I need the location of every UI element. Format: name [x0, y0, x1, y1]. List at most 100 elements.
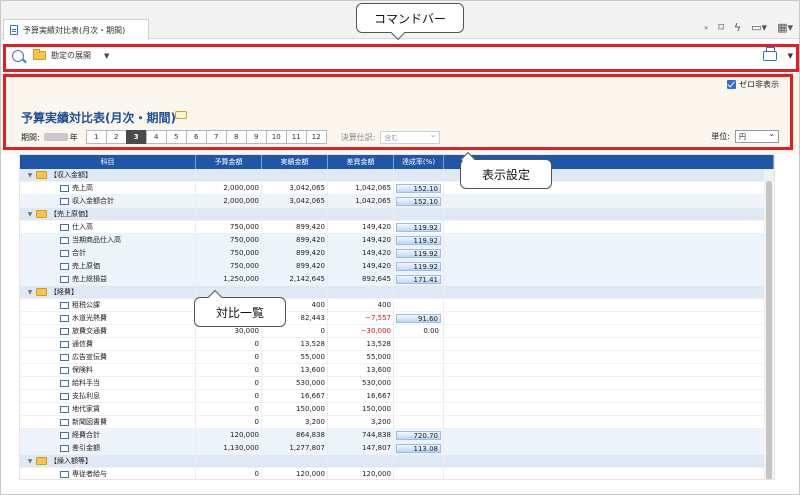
row-filler: [444, 221, 774, 233]
account-icon: [60, 236, 69, 244]
row-filler: [444, 286, 774, 298]
table-row[interactable]: ▼ 【繰入額等】: [20, 455, 774, 468]
table-row[interactable]: 水道光熱費 82,443 −7,557 91.60: [20, 312, 774, 325]
achievement-bar: 0.00: [423, 326, 439, 335]
account-cell: 広告宣伝費: [20, 351, 196, 363]
actual-cell: [262, 455, 328, 467]
account-cell: 租税公課: [20, 299, 196, 311]
diff-cell: [328, 169, 394, 181]
account-icon: [60, 444, 69, 452]
table-row[interactable]: 通信費 0 13,528 13,528: [20, 338, 774, 351]
table-row[interactable]: ▼ 【収入金額】: [20, 169, 774, 182]
callout-command-bar-label: コマンドバー: [373, 11, 446, 26]
table-row[interactable]: 経費合計 120,000 864,838 744,838 720.70: [20, 429, 774, 442]
table-row[interactable]: 広告宣伝費 0 55,000 55,000: [20, 351, 774, 364]
actual-cell: 899,420: [262, 221, 328, 233]
collapse-toggle-icon[interactable]: ▼: [26, 289, 34, 296]
account-name: 合計: [72, 249, 86, 257]
achievement-cell: 152.10: [394, 195, 444, 207]
column-header-budget[interactable]: 予算金額: [196, 155, 262, 169]
account-name: 仕入高: [72, 223, 93, 231]
table-row[interactable]: 旅費交通費 30,000 0 −30,000 0.00: [20, 325, 774, 338]
achievement-cell: 119.92: [394, 247, 444, 259]
lightning-icon[interactable]: ϟ: [734, 21, 741, 34]
budget-cell: 0: [196, 468, 262, 479]
table-row[interactable]: 専従者給与 0 120,000 120,000: [20, 468, 774, 479]
account-cell: ▼ 【繰入額等】: [20, 455, 196, 467]
column-header-achievement[interactable]: 達成率(%): [394, 155, 444, 169]
table-row[interactable]: 地代家賃 0 150,000 150,000: [20, 403, 774, 416]
tab-budget-comparison[interactable]: 予算実績対比表(月次・期間): [3, 19, 149, 40]
actual-cell: 3,042,065: [262, 195, 328, 207]
budget-cell: [196, 455, 262, 467]
table-row[interactable]: 売上高 2,000,000 3,042,065 1,042,065 152.10: [20, 182, 774, 195]
account-icon: [60, 223, 69, 231]
table-row[interactable]: ▼ 【経費】: [20, 286, 774, 299]
column-header-difference[interactable]: 差異金額: [328, 155, 394, 169]
account-cell: 保険料: [20, 364, 196, 376]
budget-cell: 2,000,000: [196, 195, 262, 207]
diff-cell: 149,420: [328, 247, 394, 259]
account-icon: [60, 418, 69, 426]
row-filler: [444, 390, 774, 402]
diff-cell: 13,528: [328, 338, 394, 350]
row-filler: [444, 364, 774, 376]
achievement-bar: 119.92: [396, 248, 441, 258]
diff-cell: 1,042,065: [328, 195, 394, 207]
table-row[interactable]: 新聞図書費 0 3,200 3,200: [20, 416, 774, 429]
table-row[interactable]: ▼ 【売上原価】: [20, 208, 774, 221]
table-row[interactable]: 当期商品仕入高 750,000 899,420 149,420 119.92: [20, 234, 774, 247]
account-name: 保険料: [72, 366, 93, 374]
row-filler: [444, 234, 774, 246]
collapse-toggle-icon[interactable]: ▼: [26, 172, 34, 179]
more-tools-icon[interactable]: »: [704, 24, 708, 32]
table-row[interactable]: 差引金額 1,130,000 1,277,807 147,807 113.08: [20, 442, 774, 455]
display-settings-highlight: [3, 74, 793, 150]
account-name: 当期商品仕入高: [72, 236, 121, 244]
account-icon: [60, 301, 69, 309]
budget-cell: [196, 208, 262, 220]
account-icon: [60, 366, 69, 374]
account-name: 差引金額: [72, 444, 100, 452]
window-layout-icon[interactable]: ▭▾: [751, 21, 767, 34]
achievement-bar: 720.70: [396, 430, 441, 440]
achievement-cell: [394, 377, 444, 389]
account-icon: [60, 379, 69, 387]
table-row[interactable]: 給料手当 0 530,000 530,000: [20, 377, 774, 390]
vertical-scrollbar[interactable]: [764, 169, 774, 479]
account-name: 【繰入額等】: [50, 457, 92, 465]
account-cell: 売上原価: [20, 260, 196, 272]
actual-cell: [262, 169, 328, 181]
table-row[interactable]: 売上原価 750,000 899,420 149,420 119.92: [20, 260, 774, 273]
actual-cell: [262, 208, 328, 220]
column-header-actual[interactable]: 実績金額: [262, 155, 328, 169]
bookmark-icon[interactable]: ⌑: [718, 21, 724, 34]
collapse-toggle-icon[interactable]: ▼: [26, 211, 34, 218]
table-row[interactable]: 仕入高 750,000 899,420 149,420 119.92: [20, 221, 774, 234]
table-row[interactable]: 支払利息 0 16,667 16,667: [20, 390, 774, 403]
actual-cell: 530,000: [262, 377, 328, 389]
row-filler: [444, 429, 774, 441]
diff-cell: 120,000: [328, 468, 394, 479]
achievement-cell: 720.70: [394, 429, 444, 441]
achievement-cell: 0.00: [394, 325, 444, 337]
table-row[interactable]: 売上総損益 1,250,000 2,142,645 892,645 171.41: [20, 273, 774, 286]
account-name: 新聞図書費: [72, 418, 107, 426]
account-cell: 収入金額合計: [20, 195, 196, 207]
achievement-cell: [394, 338, 444, 350]
table-row[interactable]: 保険料 0 13,600 13,600: [20, 364, 774, 377]
diff-cell: 530,000: [328, 377, 394, 389]
column-header-account[interactable]: 科目: [20, 155, 196, 169]
table-row[interactable]: 租税公課 400 400: [20, 299, 774, 312]
diff-cell: [328, 286, 394, 298]
account-icon: [60, 431, 69, 439]
account-cell: 売上高: [20, 182, 196, 194]
folder-icon: [36, 171, 47, 179]
collapse-toggle-icon[interactable]: ▼: [26, 458, 34, 465]
calculator-icon[interactable]: ▦▾: [777, 21, 793, 34]
table-row[interactable]: 収入金額合計 2,000,000 3,042,065 1,042,065 152.10: [20, 195, 774, 208]
account-name: 支払利息: [72, 392, 100, 400]
account-name: 地代家賃: [72, 405, 100, 413]
scrollbar-thumb[interactable]: [766, 181, 772, 479]
table-row[interactable]: 合計 750,000 899,420 149,420 119.92: [20, 247, 774, 260]
